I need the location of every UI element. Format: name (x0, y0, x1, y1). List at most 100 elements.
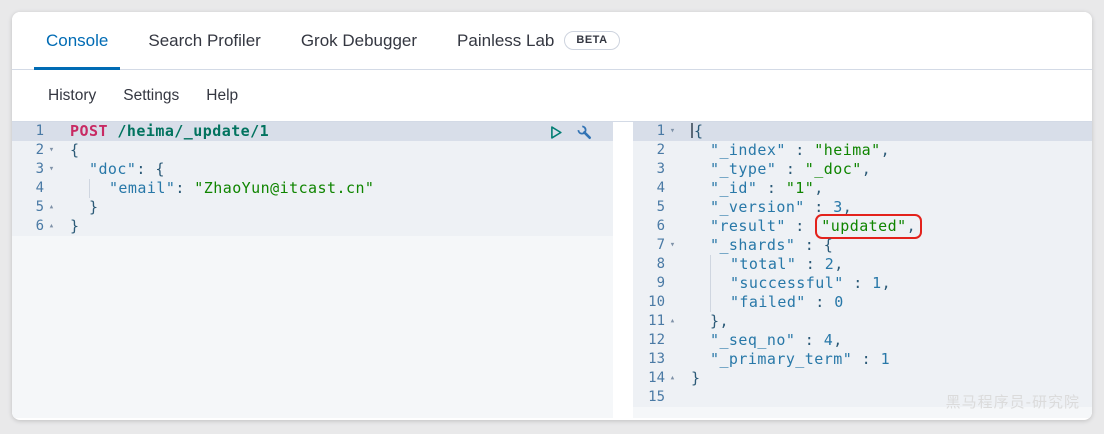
send-request-button[interactable] (547, 124, 564, 141)
code-token (108, 122, 117, 140)
fold-toggle-icon[interactable]: ▾ (665, 236, 680, 255)
panel-divider[interactable] (613, 122, 633, 418)
code-line-content: "result" : "updated", (680, 217, 1092, 236)
code-line: 1▾{ (633, 122, 1092, 141)
console-menu: History Settings Help (12, 70, 1092, 122)
code-line: 9 "successful" : 1, (633, 274, 1092, 293)
fold-toggle-icon[interactable]: ▴ (44, 217, 59, 236)
code-line: 6 "result" : "updated", (633, 217, 1092, 236)
tab-search-profiler[interactable]: Search Profiler (136, 12, 272, 69)
code-token: "_id" (710, 179, 757, 197)
code-line: 13 "_primary_term" : 1 (633, 350, 1092, 369)
tab-console[interactable]: Console (34, 12, 120, 69)
code-line: 12 "_seq_no" : 4, (633, 331, 1092, 350)
code-line-content: "_primary_term" : 1 (680, 350, 1092, 369)
code-token (691, 350, 710, 368)
code-line-content: } (680, 369, 1092, 388)
code-token: "1" (786, 179, 814, 197)
code-line-content: "total" : 2, (680, 255, 1092, 274)
code-line: 4 "email": "ZhaoYun@itcast.cn" (12, 179, 613, 198)
code-token: : (175, 179, 184, 197)
request-options-button[interactable] (576, 124, 593, 141)
line-number: 12 (633, 331, 665, 350)
line-number: 1 (633, 122, 665, 141)
code-line: 6▴} (12, 217, 613, 236)
code-line-content: } (59, 198, 613, 217)
code-line: 1 POST /heima/_update/1 (12, 122, 613, 141)
request-editor[interactable]: 1 POST /heima/_update/12▾{3▾ "doc": {4 "e… (12, 122, 613, 418)
line-number: 3 (12, 160, 44, 179)
request-code: 1 POST /heima/_update/12▾{3▾ "doc": {4 "e… (12, 122, 613, 236)
code-token: "failed" (730, 293, 806, 311)
code-token: : (795, 331, 823, 349)
code-token: : (806, 293, 834, 311)
code-token: "_doc" (805, 160, 862, 178)
line-number: 10 (633, 293, 665, 312)
tab-painless-lab[interactable]: Painless LabBETA (445, 12, 631, 69)
menu-item-help[interactable]: Help (206, 87, 238, 105)
code-token: 4 (824, 331, 833, 349)
fold-toggle-icon[interactable]: ▾ (665, 122, 680, 141)
code-token (691, 160, 710, 178)
code-token: : (786, 217, 814, 235)
line-number: 1 (12, 122, 44, 141)
code-line-content: "_id" : "1", (680, 179, 1092, 198)
line-number: 3 (633, 160, 665, 179)
fold-toggle-icon[interactable]: ▴ (665, 312, 680, 331)
code-token: : (136, 160, 145, 178)
code-token (691, 274, 710, 292)
code-token: "updated" (821, 217, 906, 235)
code-token: } (70, 217, 79, 235)
code-line: 2▾{ (12, 141, 613, 160)
code-token (711, 293, 730, 311)
code-token (691, 312, 710, 330)
code-token: 1 (881, 350, 890, 368)
line-number: 4 (12, 179, 44, 198)
code-token: POST (70, 122, 108, 140)
fold-toggle-icon[interactable]: ▴ (665, 369, 680, 388)
code-token (691, 331, 710, 349)
code-token: , (862, 160, 871, 178)
fold-spacer (665, 255, 680, 274)
menu-item-history[interactable]: History (48, 87, 96, 105)
code-token: "heima" (814, 141, 880, 159)
menu-item-settings[interactable]: Settings (123, 87, 179, 105)
code-token: 2 (825, 255, 834, 273)
code-line: 5▴ } (12, 198, 613, 217)
code-token: } (89, 198, 98, 216)
code-token: "_primary_term" (710, 350, 852, 368)
code-line: 11▴ }, (633, 312, 1092, 331)
tab-label: Painless Lab (457, 31, 554, 51)
code-line: 2 "_index" : "heima", (633, 141, 1092, 160)
fold-toggle-icon[interactable]: ▴ (44, 198, 59, 217)
line-number: 6 (12, 217, 44, 236)
code-token: { (824, 236, 833, 254)
line-number: 15 (633, 388, 665, 407)
fold-toggle-icon[interactable]: ▾ (44, 160, 59, 179)
code-token: "_type" (710, 160, 776, 178)
code-token: /heima/_update/1 (117, 122, 269, 140)
code-line: 10 "failed" : 0 (633, 293, 1092, 312)
line-number: 11 (633, 312, 665, 331)
code-token: , (881, 141, 890, 159)
code-line-content: }, (680, 312, 1092, 331)
line-number: 2 (12, 141, 44, 160)
code-line: 14▴} (633, 369, 1092, 388)
dev-tools-panel: Console Search Profiler Grok Debugger Painl… (12, 12, 1092, 420)
code-token (70, 160, 89, 178)
code-line: 15 (633, 388, 1092, 407)
line-number: 9 (633, 274, 665, 293)
code-token: : (852, 350, 880, 368)
fold-toggle-icon[interactable]: ▾ (44, 141, 59, 160)
code-token: "_version" (710, 198, 805, 216)
code-token (146, 160, 155, 178)
code-token (70, 198, 89, 216)
fold-spacer (665, 293, 680, 312)
tab-label: Grok Debugger (301, 31, 417, 51)
tab-grok-debugger[interactable]: Grok Debugger (289, 12, 429, 69)
response-viewer[interactable]: 1▾{2 "_index" : "heima",3 "_type" : "_do… (633, 122, 1092, 418)
line-number: 7 (633, 236, 665, 255)
code-line: 3 "_type" : "_doc", (633, 160, 1092, 179)
code-token: "_shards" (710, 236, 795, 254)
code-line: 3▾ "doc": { (12, 160, 613, 179)
